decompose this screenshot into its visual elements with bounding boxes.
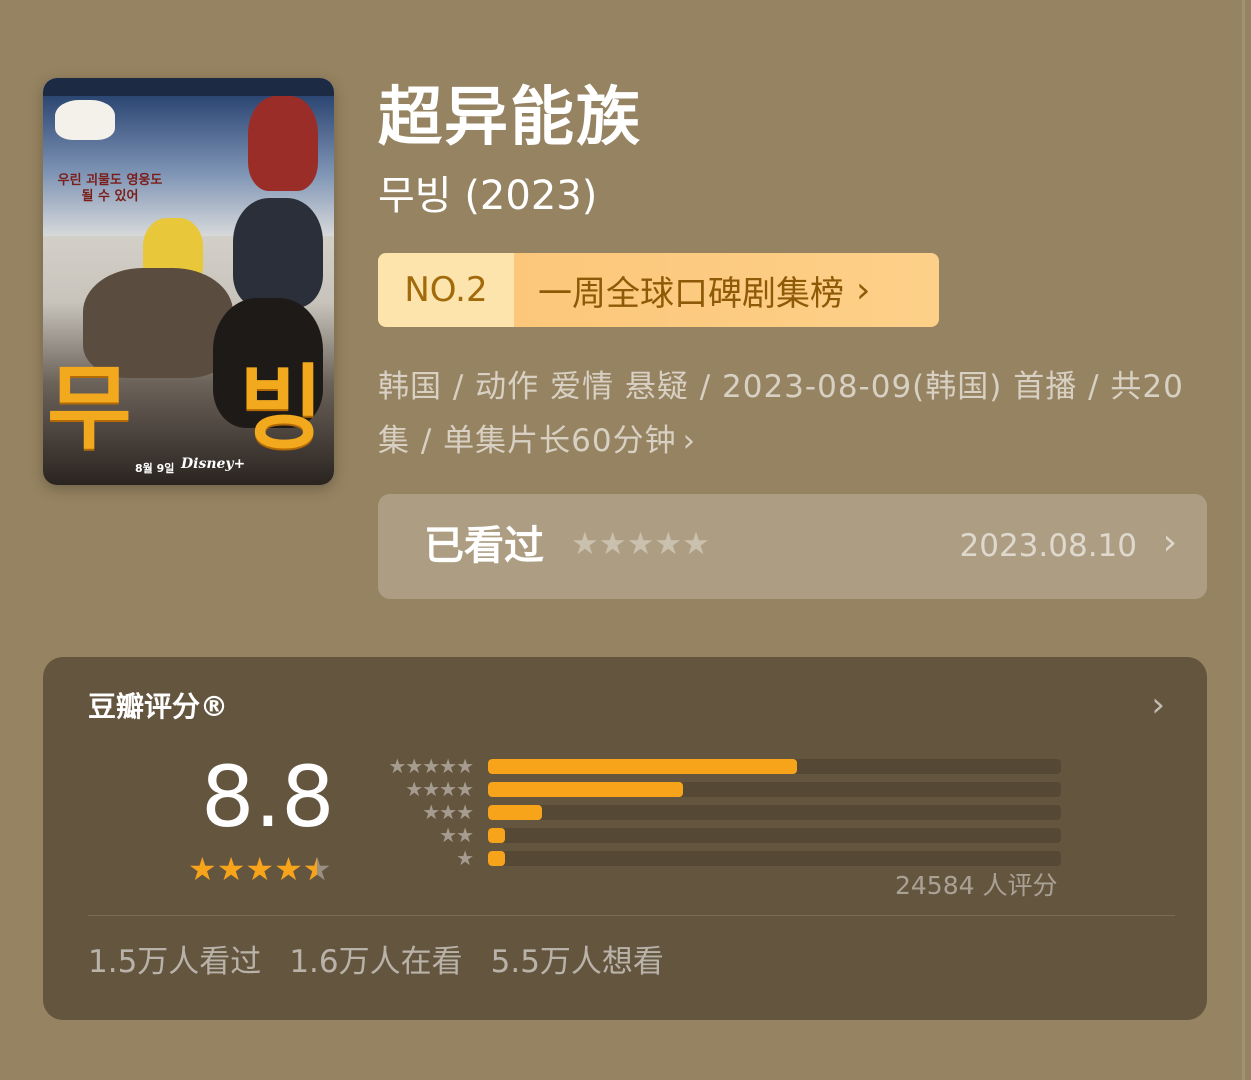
distribution-row: ★ <box>371 847 1071 870</box>
stat-watched[interactable]: 1.5万人看过 <box>88 940 261 984</box>
rank-number: NO.2 <box>378 253 514 327</box>
poster-figure <box>233 198 323 308</box>
distribution-stars: ★★ <box>439 823 474 847</box>
star-full-icon: ★ <box>274 850 303 888</box>
distribution-track <box>488 828 1061 843</box>
distribution-track <box>488 759 1061 774</box>
poster-tagline: 우린 괴물도 영웅도 될 수 있어 <box>57 173 163 204</box>
distribution-track <box>488 805 1061 820</box>
chevron-right-icon: › <box>856 269 871 311</box>
star-full-icon: ★ <box>245 850 275 888</box>
divider <box>88 915 1175 916</box>
stat-want[interactable]: 5.5万人想看 <box>491 940 664 984</box>
distribution-bar <box>488 782 683 797</box>
distribution-row: ★★★ <box>371 801 1071 824</box>
star-half-icon: ★ <box>303 853 332 885</box>
star-full-icon: ★ <box>216 850 246 888</box>
distribution-bar <box>488 805 543 820</box>
douban-rating-card[interactable]: 豆瓣评分® › 8.8 ★★★★★ ★★★★★★★★★★★★★★★ 24584 … <box>43 657 1207 1020</box>
distribution-track <box>488 782 1061 797</box>
poster-date: 8월 9일 <box>135 462 175 475</box>
distribution-stars: ★ <box>456 846 474 870</box>
poster-cast-strip <box>43 78 334 96</box>
distribution-stars: ★★★ <box>422 800 474 824</box>
page-title: 超异能族 <box>378 81 642 155</box>
poster-title-right: 빙 <box>239 355 324 462</box>
rating-count: 24584 人评分 <box>895 871 1058 900</box>
distribution-stars: ★★★★ <box>405 777 474 801</box>
poster-brand-logo: Disney+ <box>181 456 246 472</box>
rating-score: 8.8 <box>201 748 335 846</box>
rank-label: 一周全球口碑剧集榜 <box>538 273 844 314</box>
distribution-bar <box>488 759 798 774</box>
poster-figure <box>55 100 115 140</box>
chevron-right-icon[interactable]: › <box>1151 685 1165 725</box>
distribution-row: ★★★★ <box>371 778 1071 801</box>
chevron-right-icon: › <box>1162 522 1177 563</box>
poster-figure <box>248 96 318 191</box>
distribution-bar <box>488 828 506 843</box>
rating-stars: ★★★★★ <box>188 853 331 885</box>
distribution-row: ★★ <box>371 824 1071 847</box>
scroll-indicator[interactable] <box>1242 0 1245 1080</box>
watched-date: 2023.08.10 <box>959 528 1138 564</box>
watched-status-bar[interactable]: 已看过 ★★★★★ 2023.08.10 › <box>378 494 1207 599</box>
poster-image[interactable]: 우린 괴물도 영웅도 될 수 있어 무 빙 8월 9일 Disney+ <box>43 78 334 485</box>
ranking-badge[interactable]: NO.2 一周全球口碑剧集榜 › <box>378 253 939 327</box>
rank-label-container: 一周全球口碑剧集榜 › <box>514 253 939 327</box>
stat-watching[interactable]: 1.6万人在看 <box>289 940 462 984</box>
distribution-track <box>488 851 1061 866</box>
show-info-text: 韩国 / 动作 爱情 悬疑 / 2023-08-09(韩国) 首播 / 共20集… <box>378 369 1184 459</box>
distribution-row: ★★★★★ <box>371 755 1071 778</box>
rating-title: 豆瓣评分® <box>88 690 229 723</box>
original-title: 무빙 (2023) <box>378 173 598 219</box>
distribution-stars: ★★★★★ <box>388 754 474 778</box>
distribution-bar <box>488 851 506 866</box>
rating-distribution: ★★★★★ ★★★★ ★★★ ★★ ★ <box>371 755 1071 870</box>
chevron-right-icon: › <box>682 423 697 459</box>
show-info[interactable]: 韩国 / 动作 爱情 悬疑 / 2023-08-09(韩国) 首播 / 共20集… <box>378 360 1188 468</box>
watched-label: 已看过 <box>424 523 544 569</box>
my-rating-stars[interactable]: ★★★★★ <box>571 526 710 562</box>
star-full-icon: ★ <box>188 850 217 888</box>
poster-title-left: 무 <box>47 355 132 462</box>
audience-stats: 1.5万人看过 1.6万人在看 5.5万人想看 <box>88 940 664 984</box>
